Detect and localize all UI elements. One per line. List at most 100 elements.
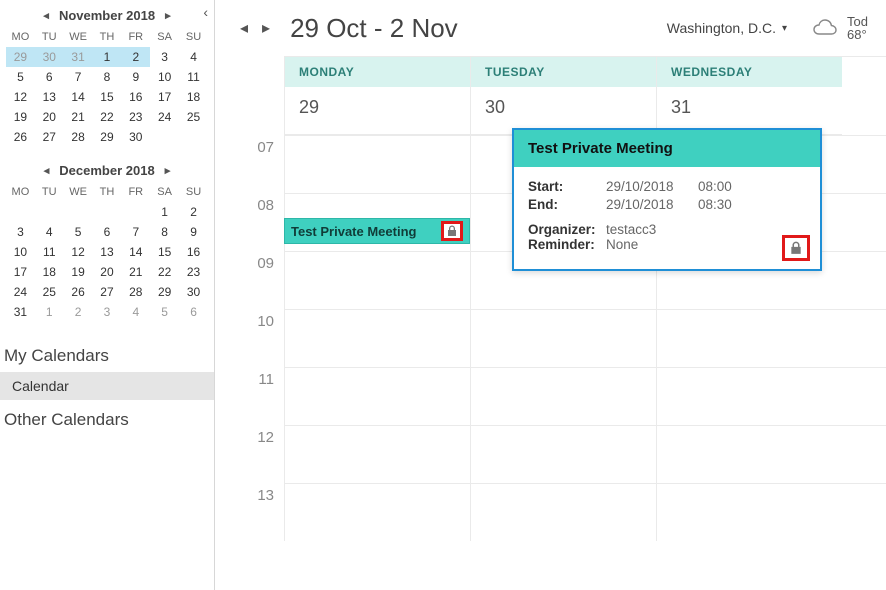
mini-cal-day[interactable]: 31 — [64, 47, 93, 67]
time-cell[interactable] — [656, 368, 842, 425]
mini-cal-day[interactable]: 11 — [179, 67, 208, 87]
mini-cal-day[interactable]: 23 — [121, 107, 150, 127]
mini-cal-day[interactable]: 24 — [150, 107, 179, 127]
mini-cal-day[interactable]: 30 — [35, 47, 64, 67]
mini-cal-day[interactable]: 2 — [64, 302, 93, 322]
mini-cal-day[interactable]: 1 — [150, 202, 179, 222]
mini-cal-day[interactable]: 13 — [35, 87, 64, 107]
mini-cal-day[interactable]: 7 — [121, 222, 150, 242]
mini-cal-day[interactable]: 14 — [64, 87, 93, 107]
mini-cal-day[interactable]: 2 — [179, 202, 208, 222]
mini-cal-prev-icon[interactable]: ◂ — [40, 164, 54, 177]
mini-cal-day[interactable]: 25 — [179, 107, 208, 127]
mini-cal-day[interactable]: 5 — [150, 302, 179, 322]
time-cell[interactable] — [470, 484, 656, 541]
mini-cal-day[interactable]: 20 — [93, 262, 122, 282]
mini-cal-day[interactable]: 30 — [121, 127, 150, 147]
day-column[interactable]: MONDAY29 — [284, 57, 470, 135]
mini-cal-day[interactable]: 2 — [121, 47, 150, 67]
my-calendars-title[interactable]: My Calendars — [0, 336, 214, 372]
mini-cal-day[interactable]: 18 — [179, 87, 208, 107]
mini-cal-day[interactable]: 1 — [93, 47, 122, 67]
mini-cal-day[interactable]: 9 — [179, 222, 208, 242]
mini-cal-day[interactable]: 8 — [150, 222, 179, 242]
mini-cal-day[interactable]: 17 — [150, 87, 179, 107]
time-cell[interactable] — [470, 426, 656, 483]
event-block-private-meeting[interactable]: Test Private Meeting — [284, 218, 470, 244]
mini-cal-day[interactable]: 23 — [179, 262, 208, 282]
mini-cal-day[interactable]: 27 — [35, 127, 64, 147]
time-cell[interactable] — [656, 426, 842, 483]
mini-cal-day[interactable]: 29 — [93, 127, 122, 147]
time-cell[interactable] — [470, 368, 656, 425]
mini-cal-day[interactable]: 31 — [6, 302, 35, 322]
mini-cal-day[interactable]: 4 — [35, 222, 64, 242]
mini-cal-day[interactable]: 9 — [121, 67, 150, 87]
mini-cal-day[interactable]: 14 — [121, 242, 150, 262]
mini-cal-day[interactable]: 5 — [64, 222, 93, 242]
mini-cal-day[interactable]: 13 — [93, 242, 122, 262]
mini-cal-day[interactable]: 21 — [121, 262, 150, 282]
mini-cal-next-icon[interactable]: ▸ — [161, 164, 175, 177]
mini-cal-day[interactable]: 27 — [93, 282, 122, 302]
next-week-arrow-icon[interactable]: ▸ — [260, 16, 272, 40]
sidebar-collapse-icon[interactable]: ‹ — [203, 4, 208, 20]
calendar-item-primary[interactable]: Calendar — [0, 372, 214, 400]
mini-cal-day[interactable]: 15 — [150, 242, 179, 262]
time-cell[interactable] — [284, 368, 470, 425]
mini-cal-day[interactable]: 3 — [150, 47, 179, 67]
mini-cal-title[interactable]: November 2018 — [59, 8, 155, 23]
prev-week-arrow-icon[interactable]: ◂ — [238, 16, 250, 40]
mini-cal-day[interactable]: 22 — [150, 262, 179, 282]
mini-cal-day[interactable]: 7 — [64, 67, 93, 87]
mini-cal-day[interactable]: 6 — [179, 302, 208, 322]
mini-cal-day[interactable]: 26 — [6, 127, 35, 147]
time-cell[interactable] — [284, 310, 470, 367]
mini-cal-day[interactable]: 28 — [121, 282, 150, 302]
mini-cal-day[interactable]: 24 — [6, 282, 35, 302]
mini-cal-day[interactable]: 4 — [179, 47, 208, 67]
mini-cal-next-icon[interactable]: ▸ — [161, 9, 175, 22]
mini-cal-day[interactable]: 11 — [35, 242, 64, 262]
mini-cal-day[interactable]: 6 — [35, 67, 64, 87]
mini-cal-day[interactable]: 19 — [64, 262, 93, 282]
mini-cal-day[interactable]: 10 — [150, 67, 179, 87]
mini-cal-day[interactable]: 3 — [6, 222, 35, 242]
time-cell[interactable] — [284, 252, 470, 309]
mini-cal-day[interactable]: 10 — [6, 242, 35, 262]
mini-cal-day[interactable]: 21 — [64, 107, 93, 127]
mini-cal-day[interactable]: 28 — [64, 127, 93, 147]
mini-cal-day[interactable]: 16 — [121, 87, 150, 107]
mini-cal-day[interactable]: 1 — [35, 302, 64, 322]
mini-cal-day[interactable]: 17 — [6, 262, 35, 282]
mini-cal-day[interactable]: 6 — [93, 222, 122, 242]
time-cell[interactable] — [284, 136, 470, 193]
time-cell[interactable] — [284, 484, 470, 541]
mini-cal-day[interactable]: 18 — [35, 262, 64, 282]
mini-cal-day[interactable]: 30 — [179, 282, 208, 302]
time-cell[interactable] — [470, 310, 656, 367]
mini-cal-day[interactable]: 4 — [121, 302, 150, 322]
mini-cal-day[interactable]: 5 — [6, 67, 35, 87]
weather-widget[interactable]: Tod 68° — [811, 15, 868, 41]
mini-cal-day[interactable]: 20 — [35, 107, 64, 127]
mini-cal-day[interactable]: 25 — [35, 282, 64, 302]
time-cell[interactable] — [656, 310, 842, 367]
mini-cal-day[interactable]: 12 — [64, 242, 93, 262]
time-cell[interactable] — [656, 484, 842, 541]
day-column[interactable]: TUESDAY30 — [470, 57, 656, 135]
mini-cal-day[interactable]: 15 — [93, 87, 122, 107]
mini-cal-day[interactable]: 22 — [93, 107, 122, 127]
time-cell[interactable] — [284, 426, 470, 483]
day-column[interactable]: WEDNESDAY31 — [656, 57, 842, 135]
mini-cal-day[interactable]: 26 — [64, 282, 93, 302]
mini-cal-day[interactable]: 19 — [6, 107, 35, 127]
mini-cal-day[interactable]: 3 — [93, 302, 122, 322]
mini-cal-day[interactable]: 12 — [6, 87, 35, 107]
mini-cal-title[interactable]: December 2018 — [59, 163, 154, 178]
mini-cal-prev-icon[interactable]: ◂ — [39, 9, 53, 22]
mini-cal-day[interactable]: 29 — [6, 47, 35, 67]
mini-cal-day[interactable]: 16 — [179, 242, 208, 262]
weather-location-dropdown[interactable]: Washington, D.C. ▾ — [667, 20, 787, 36]
mini-cal-day[interactable]: 8 — [93, 67, 122, 87]
